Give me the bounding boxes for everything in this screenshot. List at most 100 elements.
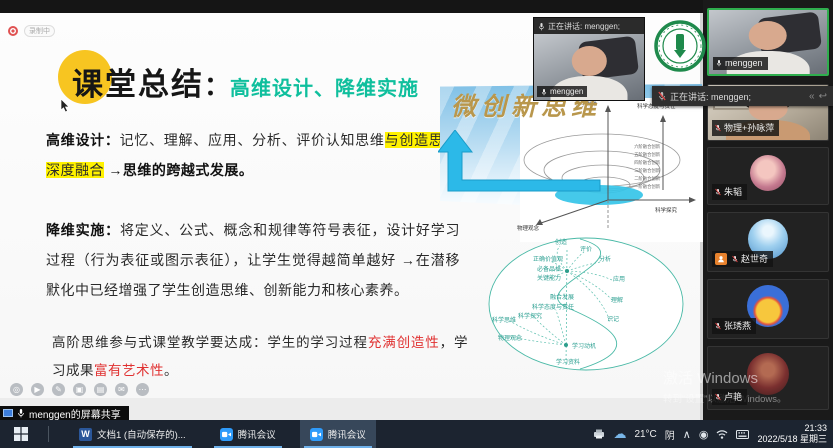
participant-name: menggen	[725, 58, 763, 68]
p3-a: 高阶思维参与式课堂教学要达成：学生的学习过程	[52, 335, 368, 350]
record-dot-icon	[8, 26, 18, 36]
taskbar-item-label: 腾讯会议	[238, 427, 276, 441]
participant-name: 赵世奇	[741, 252, 768, 265]
cone-level-1: 一阶融合创新	[634, 183, 660, 190]
cone-level-4: 四阶融合创新	[634, 159, 660, 166]
mic-muted-icon	[715, 124, 721, 132]
start-button[interactable]	[0, 420, 42, 448]
slide-title-sub: 高维设计、降维实施	[230, 78, 419, 100]
p1-lead: 高维设计：	[46, 132, 120, 148]
camera-icon[interactable]: ▤	[94, 383, 107, 396]
share-banner-text: menggen的屏幕共享	[29, 406, 121, 421]
wheel-label-thinking: 科学思维	[492, 316, 516, 324]
participant-tile-zhaoshiqi[interactable]: 赵世奇	[707, 212, 829, 272]
taskbar-divider	[48, 426, 49, 442]
p3-red2: 富有艺术性	[94, 363, 164, 378]
taskbar-item-meeting-1[interactable]: 腾讯会议	[210, 420, 286, 448]
mouse-cursor-icon	[60, 99, 70, 113]
frame-icon[interactable]: ▣	[73, 383, 86, 396]
recording-label: 录制中	[24, 25, 55, 37]
taskbar-item-label: 文档1 (自动保存的)...	[97, 427, 186, 441]
participant-name: 物理+孙咏萍	[724, 121, 774, 134]
record-circle-icon[interactable]: ◉	[699, 428, 709, 441]
wheel-label-character: 必备品格	[537, 265, 561, 273]
wheel-label-values: 正确价值观	[533, 255, 563, 263]
clock-date: 2022/5/18 星期三	[757, 434, 827, 445]
word-icon: W	[79, 428, 92, 441]
taskbar-item-word[interactable]: W 文档1 (自动保存的)...	[69, 420, 196, 448]
tencent-meeting-icon	[220, 428, 233, 441]
wheel-label-inquiry: 科学探究	[518, 312, 542, 320]
avatar	[747, 353, 789, 395]
wheel-label-analyze: 分析	[599, 255, 611, 263]
presenter-toolbar: ◎ ▶ ✎ ▣ ▤ ✉ ⋯	[10, 383, 149, 396]
taskbar-item-meeting-2[interactable]: 腾讯会议	[300, 420, 376, 448]
participant-tile-zhangxiuyan[interactable]: 张琇燕	[707, 279, 829, 339]
message-icon[interactable]: ✉	[115, 383, 128, 396]
wifi-icon[interactable]	[716, 429, 728, 439]
floating-window-header[interactable]: 正在讲话: menggen;	[534, 18, 644, 34]
slide-top-letterbox	[0, 0, 703, 13]
mic-icon	[716, 59, 722, 67]
participant-name-chip: 物理+孙咏萍	[712, 120, 779, 136]
taskbar-clock[interactable]: 21:33 2022/5/18 星期三	[757, 423, 827, 445]
mic-muted-icon	[732, 255, 738, 263]
paragraph-high-dimension: 高维设计：记忆、理解、应用、分析、评价认知思维与创造思维深度融合 →思维的跨越式…	[46, 125, 458, 185]
slide-title-main: 课堂总结	[72, 67, 204, 102]
school-logo-icon	[654, 20, 706, 72]
participant-name: 朱韬	[724, 185, 742, 198]
collapse-back-icon[interactable]: «	[809, 91, 815, 102]
slide-title-colon: ：	[204, 71, 230, 101]
floating-name-text: menggen	[550, 87, 583, 96]
participant-tile-menggen[interactable]: menggen	[707, 8, 829, 76]
windows-taskbar: W 文档1 (自动保存的)... 腾讯会议 腾讯会议 ☁ 21°C 阴	[0, 420, 833, 448]
wheel-label-concepts: 物理观念	[498, 334, 522, 342]
wheel-label-apply: 应用	[613, 275, 625, 283]
keyboard-icon[interactable]	[736, 430, 749, 439]
floating-speaker-window[interactable]: 正在讲话: menggen; menggen	[533, 17, 645, 101]
reply-arrow-icon[interactable]: ↩	[819, 91, 827, 102]
mic-muted-icon	[715, 322, 721, 330]
wheel-label-materials: 学习资料	[556, 358, 580, 366]
speaking-toast: 正在讲话: menggen; « ↩	[652, 86, 833, 106]
clock-time: 21:33	[757, 423, 827, 434]
participant-tile-luyan[interactable]: 卢艳	[707, 346, 829, 410]
tray-temperature[interactable]: 21°C	[634, 429, 656, 440]
tencent-meeting-icon	[310, 428, 323, 441]
system-tray: ☁ 21°C 阴 ∧ ◉ 21:33 2022/5/18 星期三	[593, 420, 833, 448]
participant-tile-zhutao[interactable]: 朱韬	[707, 147, 829, 205]
participant-name-chip: 朱韬	[712, 184, 747, 200]
p1-body: 记忆、理解、应用、分析、评价认知思维	[120, 132, 385, 148]
mic-muted-icon	[658, 91, 666, 101]
play-icon[interactable]: ▶	[31, 383, 44, 396]
participant-name-chip: 卢艳	[712, 389, 747, 405]
paragraph-goal: 高阶思维参与式课堂教学要达成：学生的学习过程充满创造性，学习成果富有艺术性。	[52, 329, 468, 385]
participants-sidebar: menggen 物理+孙咏萍 朱韬	[703, 0, 833, 420]
pen-icon[interactable]: ✎	[52, 383, 65, 396]
tray-weather-desc[interactable]: 阴	[665, 427, 675, 442]
more-icon[interactable]: ⋯	[136, 383, 149, 396]
wheel-label-create: 创造	[555, 238, 567, 246]
mic-icon	[541, 88, 547, 96]
mic-muted-icon	[715, 393, 721, 401]
cone-level-2: 二阶融合创新	[634, 175, 660, 182]
participant-name-chip: 赵世奇	[712, 251, 773, 267]
paragraph-low-dimension: 降维实施：将定义、公式、概念和规律等符号表征，设计好学习过程（行为表征或图示表征…	[46, 215, 460, 305]
p2-lead: 降维实施：	[46, 222, 120, 238]
taskbar-item-label: 腾讯会议	[328, 427, 366, 441]
cyan-axis-arrow	[438, 130, 608, 200]
chevron-up-icon[interactable]: ∧	[683, 428, 691, 441]
weather-cloud-icon[interactable]: ☁	[613, 426, 626, 442]
participant-name: 张琇燕	[724, 319, 751, 332]
laser-pointer-icon[interactable]: ◎	[10, 383, 23, 396]
wheel-diagram: 创造 评价 分析 应用 理解 识记 正确价值观 必备品格 关键能力 融合发展 科…	[480, 230, 692, 380]
cone-axis-x-label: 科学探究	[655, 206, 678, 214]
member-badge-icon	[715, 253, 727, 265]
slide-title: 课堂总结：高维设计、降维实施	[72, 59, 419, 104]
printer-icon[interactable]	[593, 429, 605, 439]
recording-indicator: 录制中	[8, 25, 55, 37]
p1-tail: →思维的跨越式发展。	[104, 162, 253, 178]
wheel-label-memorize: 识记	[607, 316, 619, 323]
mic-muted-icon	[715, 188, 721, 196]
cone-level-5: 五阶融合创新	[634, 151, 660, 158]
